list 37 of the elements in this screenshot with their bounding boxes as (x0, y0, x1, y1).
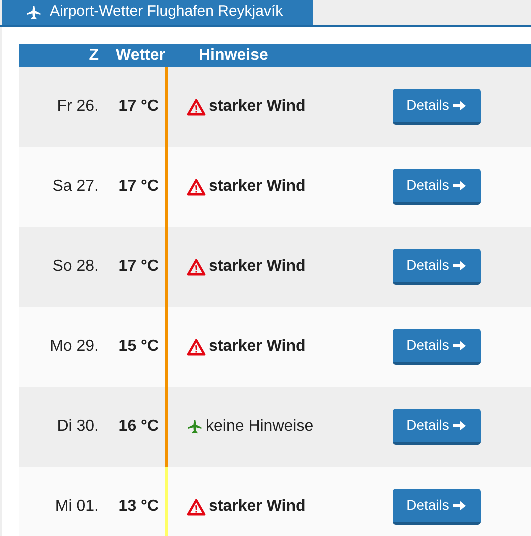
details-button[interactable]: Details (393, 169, 481, 205)
arrow-right-icon (453, 100, 468, 112)
hint-text: keine Hinweise (206, 417, 314, 437)
date-cell-text: So 28. (52, 257, 99, 277)
hint-text: starker Wind (209, 337, 306, 357)
section-tab[interactable]: Airport-Wetter Flughafen Reykjavík (2, 0, 313, 25)
column-header: Wetter (115, 46, 166, 66)
arrow-right-icon (453, 500, 468, 512)
hint-text: starker Wind (209, 97, 306, 117)
date-cell-text: Mi 01. (55, 497, 99, 517)
date-cell-text: Mo 29. (50, 337, 99, 357)
warning-icon (187, 178, 206, 196)
details-button[interactable]: Details (393, 409, 481, 445)
details-button[interactable]: Details (393, 329, 481, 365)
column-header: Hinweise (199, 46, 268, 66)
details-button[interactable]: Details (393, 89, 481, 125)
arrow-right-icon (453, 420, 468, 432)
warning-icon (187, 338, 206, 356)
hint-text: starker Wind (209, 497, 306, 517)
warning-icon (187, 98, 206, 116)
column-header: Z (88, 46, 99, 66)
date-cell-text: Sa 27. (52, 177, 99, 197)
arrow-right-icon (453, 260, 468, 272)
date-cell-text: Di 30. (57, 417, 99, 437)
warning-icon (187, 258, 206, 276)
hint-text: starker Wind (209, 257, 306, 277)
arrow-right-icon (453, 180, 468, 192)
details-button[interactable]: Details (393, 489, 481, 525)
warning-icon (187, 498, 206, 516)
temperature-cell: 13 °C (99, 467, 168, 536)
date-cell-text: Fr 26. (57, 97, 99, 117)
airplane-icon (187, 419, 203, 435)
section-title: Airport-Wetter Flughafen Reykjavík (50, 2, 284, 22)
details-button[interactable]: Details (393, 249, 481, 285)
hint-text: starker Wind (209, 177, 306, 197)
arrow-right-icon (453, 340, 468, 352)
airplane-icon (26, 4, 42, 20)
